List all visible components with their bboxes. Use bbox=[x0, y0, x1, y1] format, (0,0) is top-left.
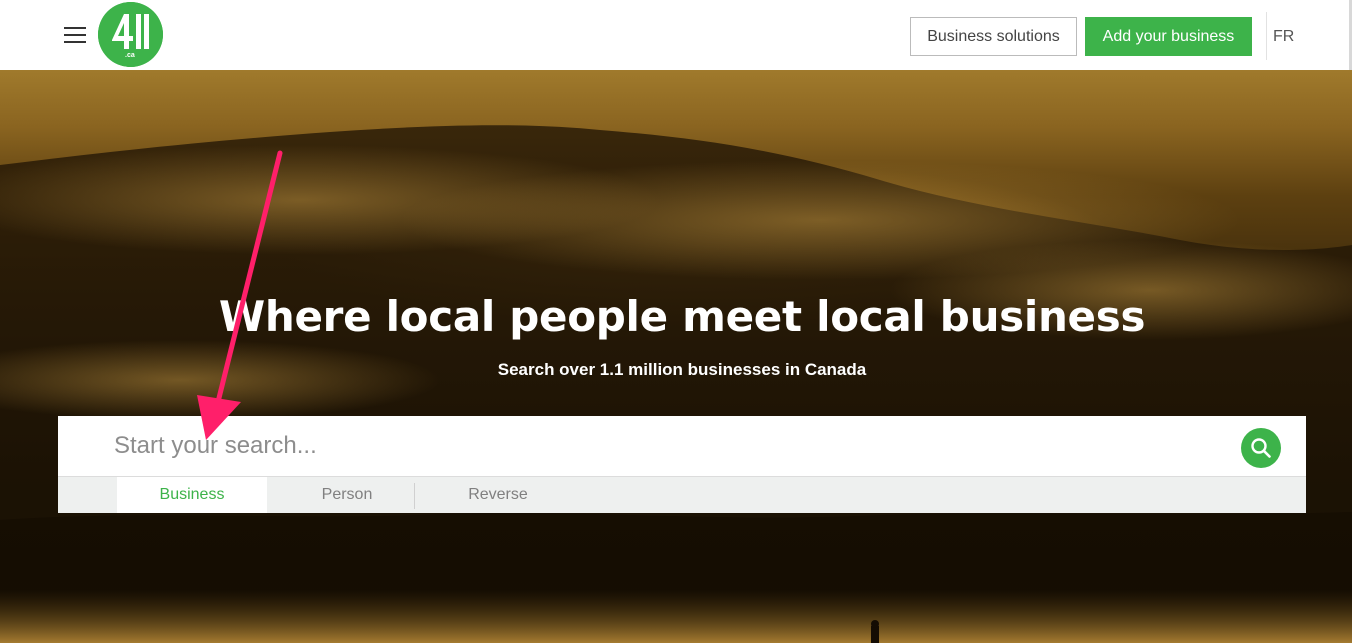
site-header: .ca Business solutions Add your business… bbox=[0, 0, 1352, 70]
svg-text:.ca: .ca bbox=[125, 52, 135, 59]
tab-business[interactable]: Business bbox=[117, 477, 267, 513]
hero-background-image bbox=[0, 125, 1352, 643]
search-button[interactable] bbox=[1241, 428, 1281, 468]
hero-subtitle: Search over 1.1 million businesses in Ca… bbox=[497, 360, 867, 379]
tab-reverse[interactable]: Reverse bbox=[423, 477, 573, 513]
search-icon bbox=[1251, 438, 1271, 458]
hero-section: Where local people meet local business S… bbox=[0, 70, 1352, 643]
add-your-business-button[interactable]: Add your business bbox=[1085, 17, 1252, 56]
hamburger-menu-icon[interactable] bbox=[64, 27, 88, 45]
tab-divider bbox=[414, 483, 415, 509]
header-divider bbox=[1266, 12, 1267, 60]
search-input[interactable] bbox=[58, 416, 1306, 476]
tab-person[interactable]: Person bbox=[272, 477, 422, 513]
brand-logo[interactable]: .ca bbox=[98, 2, 163, 67]
search-type-tabs: Business Person Reverse bbox=[58, 476, 1306, 513]
search-panel: Business Person Reverse bbox=[58, 416, 1306, 513]
business-solutions-button[interactable]: Business solutions bbox=[910, 17, 1077, 56]
hero-title: Where local people meet local business bbox=[218, 292, 1146, 341]
language-toggle-link[interactable]: FR bbox=[1273, 28, 1294, 46]
logo-mark: .ca bbox=[98, 2, 163, 67]
